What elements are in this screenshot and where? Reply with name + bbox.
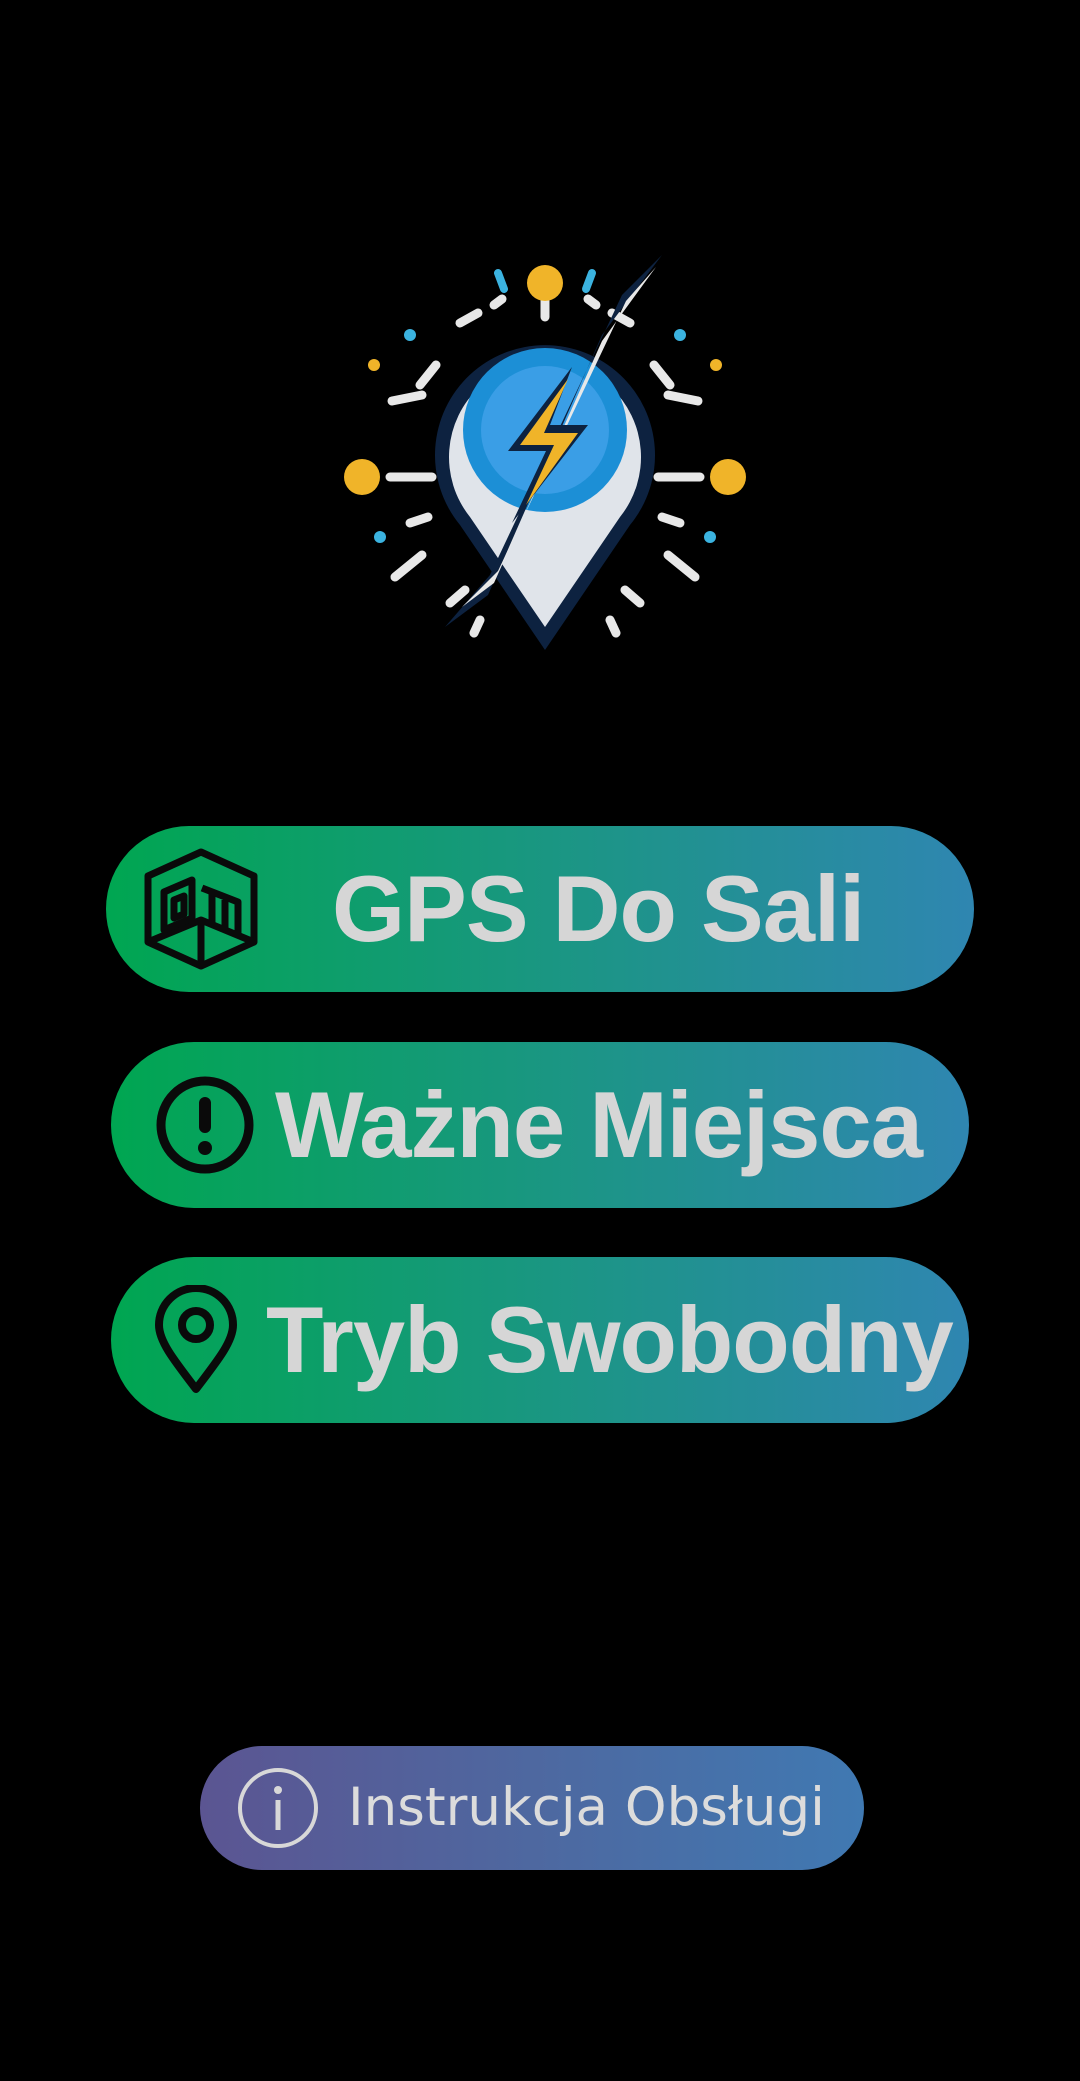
map-pin-icon [155,1285,237,1393]
user-manual-label: Instrukcja Obsługi [348,1777,825,1838]
exclamation-circle-icon [156,1076,254,1174]
important-places-label: Ważne Miejsca [275,1072,923,1177]
user-manual-button[interactable]: Instrukcja Obsługi [200,1746,864,1870]
free-mode-label: Tryb Swobodny [266,1287,954,1392]
free-mode-button[interactable]: Tryb Swobodny [111,1257,969,1423]
room-box-icon [144,848,258,970]
info-circle-icon [238,1768,318,1848]
gps-to-room-label: GPS Do Sali [332,856,865,961]
location-pin-lightning-icon [344,255,746,650]
important-places-button[interactable]: Ważne Miejsca [111,1042,969,1208]
app-logo [340,255,750,665]
gps-to-room-button[interactable]: GPS Do Sali [106,826,974,992]
